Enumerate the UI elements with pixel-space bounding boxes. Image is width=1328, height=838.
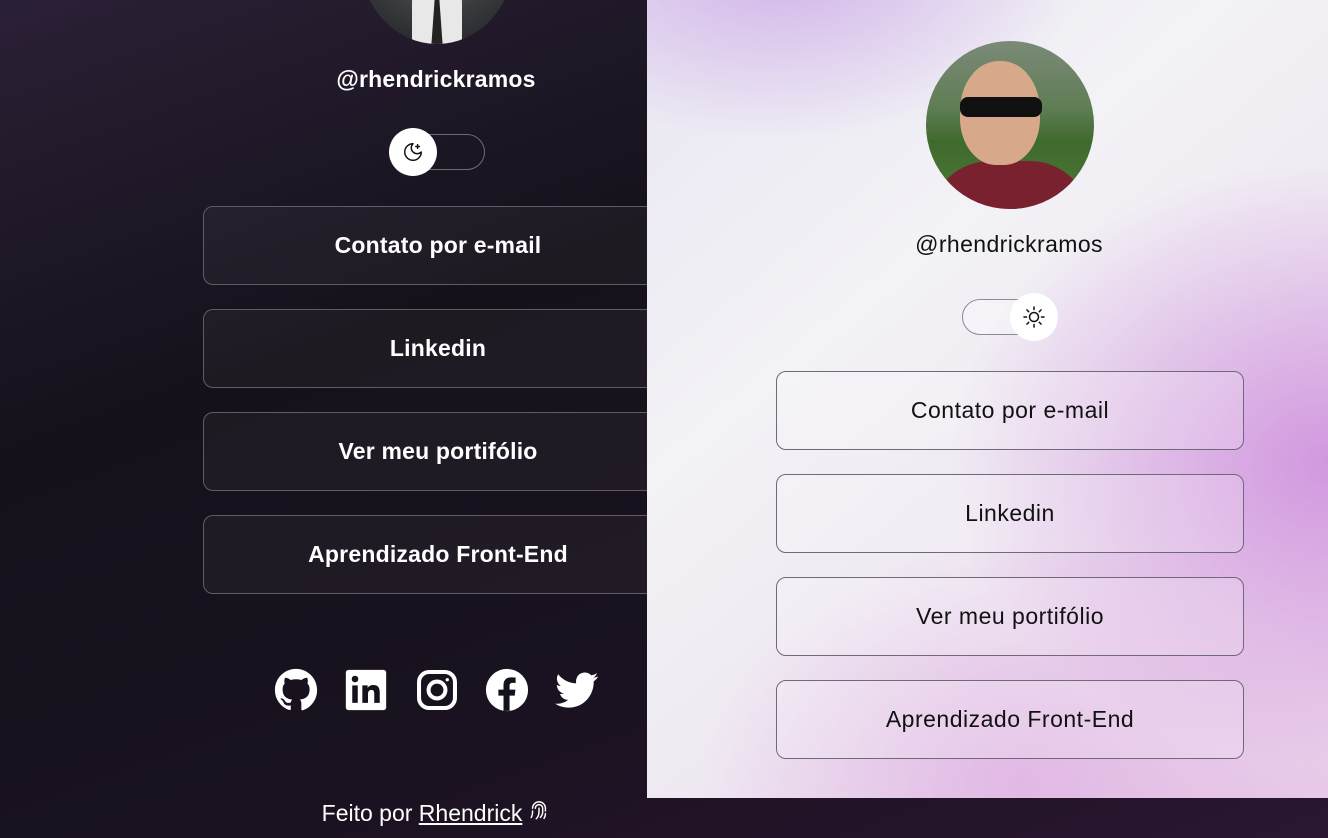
dark-theme-preview: @rhendrickramos Contato por e-mail Linke… [0, 0, 673, 838]
fingerprint-icon [530, 801, 547, 820]
instagram-icon[interactable] [415, 668, 459, 712]
light-theme-preview: @rhendrickramos Contato por e-mail Linke… [647, 0, 1328, 798]
frontend-learning-button[interactable]: Aprendizado Front-End [776, 680, 1244, 759]
profile-handle: @rhendrickramos [915, 231, 1103, 257]
facebook-icon[interactable] [485, 668, 529, 712]
portfolio-button[interactable]: Ver meu portifólio [203, 412, 673, 491]
frontend-learning-button[interactable]: Aprendizado Front-End [203, 515, 673, 594]
sun-icon [1023, 306, 1045, 328]
linkedin-button[interactable]: Linkedin [776, 474, 1244, 553]
footer: Feito por Rhendrick [0, 799, 872, 827]
linkedin-icon[interactable] [344, 668, 388, 712]
portfolio-button[interactable]: Ver meu portifólio [776, 577, 1244, 656]
moon-stars-icon [404, 143, 422, 161]
email-contact-button[interactable]: Contato por e-mail [776, 371, 1244, 450]
profile-avatar [926, 41, 1094, 209]
linkedin-button[interactable]: Linkedin [203, 309, 673, 388]
github-icon[interactable] [274, 668, 318, 712]
footer-prefix: Feito por [321, 800, 413, 826]
avatar-shirt [930, 161, 1090, 209]
email-contact-button[interactable]: Contato por e-mail [203, 206, 673, 285]
author-link[interactable]: Rhendrick [419, 800, 523, 826]
avatar-sunglasses [960, 97, 1042, 117]
theme-toggle-knob[interactable] [389, 128, 437, 176]
twitter-icon[interactable] [555, 668, 599, 712]
theme-toggle-knob[interactable] [1010, 293, 1058, 341]
profile-avatar [360, 0, 514, 44]
